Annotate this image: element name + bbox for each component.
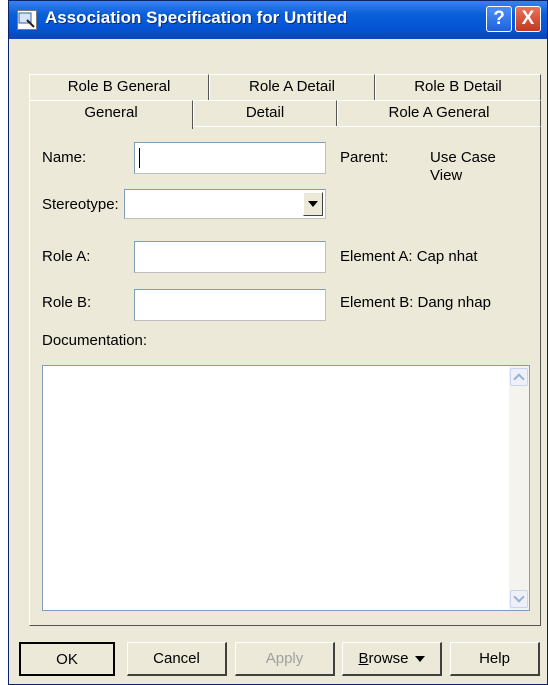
cancel-button[interactable]: Cancel — [127, 642, 227, 676]
role-b-label: Role B: — [42, 294, 92, 311]
role-a-field[interactable] — [134, 241, 326, 273]
chevron-down-icon[interactable] — [303, 192, 323, 216]
text-caret — [139, 148, 140, 168]
title-bar[interactable]: Association Specification for Untitled ?… — [9, 1, 547, 39]
role-b-field[interactable] — [134, 289, 326, 321]
scroll-up-icon[interactable] — [510, 368, 528, 386]
parent-value-line1: Use Case — [430, 149, 496, 166]
browse-chevron-down-icon — [414, 656, 425, 663]
general-tab-panel: Name: Parent: Use Case View Stereotype: … — [29, 126, 541, 626]
dialog-window: Association Specification for Untitled ?… — [8, 0, 548, 685]
role-a-label: Role A: — [42, 248, 91, 265]
element-a-text: Element A: Cap nhat — [340, 248, 478, 265]
documentation-label: Documentation: — [42, 332, 148, 349]
browse-mnemonic: B — [358, 650, 369, 667]
stereotype-label: Stereotype: — [42, 196, 119, 213]
parent-value-line2: View — [430, 167, 463, 184]
close-icon[interactable]: X — [515, 6, 541, 32]
help-button[interactable]: Help — [450, 642, 540, 676]
tab-row-back: Role B General Role A Detail Role B Deta… — [29, 74, 541, 100]
tab-role-b-general[interactable]: Role B General — [29, 74, 209, 100]
browse-button[interactable]: Browse — [342, 642, 442, 676]
magnifier-icon — [17, 10, 37, 30]
tab-general[interactable]: General — [29, 100, 193, 129]
tab-role-b-detail[interactable]: Role B Detail — [375, 74, 541, 100]
browse-label-rest: rowse — [368, 650, 409, 667]
documentation-textarea[interactable] — [42, 365, 530, 611]
apply-button[interactable]: Apply — [235, 642, 335, 676]
tab-role-a-detail[interactable]: Role A Detail — [209, 74, 375, 100]
ok-button[interactable]: OK — [19, 642, 115, 676]
name-label: Name: — [42, 149, 87, 166]
documentation-scrollbar[interactable] — [509, 366, 529, 610]
scroll-down-icon[interactable] — [510, 590, 528, 608]
help-icon[interactable]: ? — [486, 6, 512, 32]
tab-role-a-general[interactable]: Role A General — [337, 100, 541, 126]
window-title: Association Specification for Untitled — [45, 8, 348, 27]
element-b-text: Element B: Dang nhap — [340, 294, 491, 311]
stereotype-combo[interactable] — [124, 189, 326, 219]
tab-detail[interactable]: Detail — [193, 100, 337, 126]
parent-label: Parent: — [340, 149, 389, 166]
tab-row-front: General Detail Role A General — [29, 100, 541, 129]
name-field[interactable] — [134, 142, 326, 174]
